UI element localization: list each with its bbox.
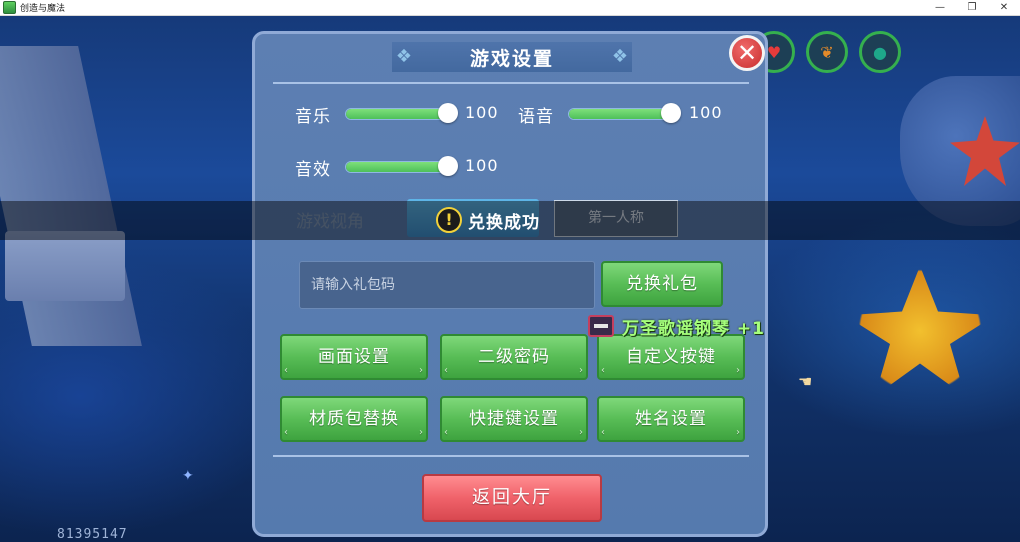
music-value: 100 (465, 103, 499, 122)
graphics-settings-button[interactable]: ‹ 画面设置 › (280, 334, 428, 380)
btn-ornament-icon: › (736, 365, 741, 376)
maximize-button[interactable]: ❐ (956, 0, 988, 15)
hud-icons: ♥ ❦ ● (753, 31, 901, 73)
custom-keys-button[interactable]: ‹ 自定义按键 › (597, 334, 745, 380)
texture-pack-button[interactable]: ‹ 材质包替换 › (280, 396, 428, 442)
gift-code-input[interactable]: 请输入礼包码 (299, 261, 595, 309)
texture-pack-label: 材质包替换 (309, 409, 399, 429)
music-slider-knob[interactable] (438, 103, 458, 123)
sfx-slider[interactable] (345, 156, 458, 176)
btn-ornament-icon: › (579, 365, 584, 376)
panel-title-bar: ❖ 游戏设置 ❖ (392, 42, 632, 72)
btn-ornament-icon: › (579, 427, 584, 438)
music-slider-fill (346, 109, 448, 119)
divider-bottom (273, 455, 749, 457)
btn-ornament-icon: ‹ (284, 365, 289, 376)
yellow-starfish (845, 266, 995, 396)
close-button[interactable]: ✕ (729, 35, 765, 71)
secondary-password-button[interactable]: ‹ 二级密码 › (440, 334, 588, 380)
music-label: 音乐 (295, 107, 331, 127)
divider-top (273, 82, 749, 84)
secondary-password-label: 二级密码 (478, 347, 550, 367)
voice-label: 语音 (518, 107, 554, 127)
sfx-slider-fill (346, 162, 448, 172)
hotkeys-button[interactable]: ‹ 快捷键设置 › (440, 396, 588, 442)
voice-slider-fill (569, 109, 671, 119)
sfx-value: 100 (465, 156, 499, 175)
ornament-right-icon: ❖ (611, 46, 629, 67)
return-lobby-button[interactable]: 返回大厅 (422, 474, 602, 522)
app-icon (3, 1, 16, 14)
stone-pillar (0, 46, 142, 346)
settings-panel: ❖ 游戏设置 ❖ ✕ 音乐 100 语音 100 音效 100 游戏视角 第一人… (252, 31, 768, 537)
redeem-gift-button[interactable]: 兑换礼包 (601, 261, 723, 307)
water-drop-icon[interactable]: ● (859, 31, 901, 73)
voice-value: 100 (689, 103, 723, 122)
reward-text: 万圣歌谣钢琴 +1 (622, 318, 765, 339)
music-slider[interactable] (345, 103, 458, 123)
btn-ornament-icon: ‹ (444, 365, 449, 376)
sfx-label: 音效 (295, 160, 331, 180)
btn-ornament-icon: › (419, 365, 424, 376)
stone-pillar-base (5, 231, 125, 301)
custom-keys-label: 自定义按键 (626, 347, 716, 367)
btn-ornament-icon: ‹ (601, 365, 606, 376)
minimize-button[interactable]: — (924, 0, 956, 15)
btn-ornament-icon: › (736, 427, 741, 438)
btn-ornament-icon: ‹ (284, 427, 289, 438)
window-titlebar: 创造与魔法 — ❐ ✕ (0, 0, 1020, 16)
panel-title: 游戏设置 (469, 47, 554, 70)
sparkle-icon: ✦ (182, 468, 194, 484)
window-controls: — ❐ ✕ (924, 0, 1020, 15)
btn-ornament-icon: › (419, 427, 424, 438)
warning-icon: ! (436, 207, 462, 233)
toast-text: 兑换成功 (468, 212, 540, 233)
redeem-gift-label: 兑换礼包 (626, 274, 698, 294)
ornament-left-icon: ❖ (395, 46, 413, 67)
close-window-button[interactable]: ✕ (988, 0, 1020, 15)
return-lobby-label: 返回大厅 (472, 487, 552, 508)
graphics-settings-label: 画面设置 (318, 347, 390, 367)
player-score: 81395147 (57, 527, 128, 542)
btn-ornament-icon: ‹ (444, 427, 449, 438)
window-title: 创造与魔法 (20, 3, 66, 13)
voice-slider-knob[interactable] (661, 103, 681, 123)
toast-message: ! 兑换成功 (436, 205, 540, 235)
name-settings-label: 姓名设置 (635, 409, 707, 429)
hand-cursor-icon: ☚ (798, 372, 813, 391)
btn-ornament-icon: ‹ (601, 427, 606, 438)
hotkeys-label: 快捷键设置 (469, 409, 559, 429)
reward-popup: 万圣歌谣钢琴 +1 (588, 313, 765, 339)
voice-slider[interactable] (568, 103, 681, 123)
treasure-chest-icon (588, 315, 614, 337)
sfx-slider-knob[interactable] (438, 156, 458, 176)
name-settings-button[interactable]: ‹ 姓名设置 › (597, 396, 745, 442)
leaf-icon[interactable]: ❦ (806, 31, 848, 73)
